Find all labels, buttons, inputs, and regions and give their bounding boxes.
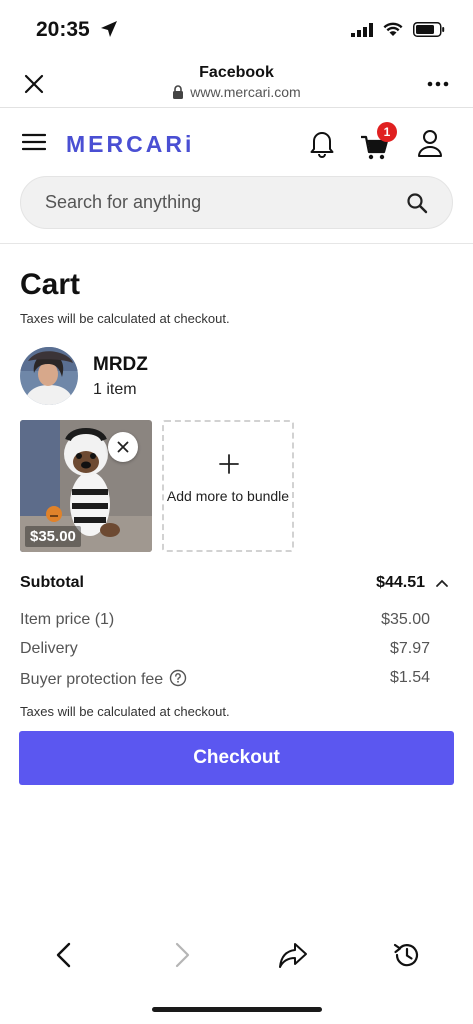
cart-title: Cart xyxy=(20,268,81,301)
lock-icon xyxy=(173,85,184,99)
cart-badge: 1 xyxy=(377,122,397,142)
browser-toolbar xyxy=(0,930,473,982)
wifi-icon xyxy=(383,22,403,36)
status-bar: 20:35 xyxy=(0,0,473,60)
avatar-image xyxy=(20,347,78,405)
status-icons xyxy=(351,22,445,37)
subtotal-row[interactable]: Subtotal $44.51 xyxy=(20,574,453,596)
line-label: Buyer protection fee xyxy=(20,671,164,688)
line-item-price: Item price (1) $35.00 xyxy=(20,611,430,631)
item-price-tag: $35.00 xyxy=(25,526,81,547)
browser-title: Facebook xyxy=(199,64,274,81)
account-icon[interactable] xyxy=(416,128,444,158)
more-icon[interactable] xyxy=(427,80,449,88)
plus-icon xyxy=(219,454,239,474)
seller-avatar[interactable] xyxy=(20,347,78,405)
status-time: 20:35 xyxy=(36,18,90,41)
cart-item-card[interactable]: $35.00 xyxy=(20,420,152,552)
search-input[interactable] xyxy=(45,177,385,228)
remove-item-button[interactable] xyxy=(108,432,138,462)
battery-icon xyxy=(413,22,445,37)
line-label: Delivery xyxy=(20,640,78,657)
checkout-button[interactable]: Checkout xyxy=(19,731,454,785)
add-bundle-label: Add more to bundle xyxy=(166,488,290,504)
cart-button[interactable]: 1 xyxy=(360,122,397,160)
line-label-wrap: Buyer protection fee xyxy=(20,669,187,689)
browser-url-text: www.mercari.com xyxy=(190,84,301,100)
summary-tax-note: Taxes will be calculated at checkout. xyxy=(20,704,230,719)
location-arrow-icon xyxy=(101,21,117,37)
forward-arrow-icon[interactable] xyxy=(166,940,196,970)
help-icon[interactable] xyxy=(169,669,187,687)
back-arrow-icon[interactable] xyxy=(50,940,80,970)
cart-tax-note: Taxes will be calculated at checkout. xyxy=(20,311,230,326)
header-divider xyxy=(0,243,473,244)
browser-header: Facebook www.mercari.com xyxy=(0,60,473,108)
mercari-logo[interactable]: MERCARi xyxy=(66,131,194,158)
browser-url[interactable]: www.mercari.com xyxy=(0,84,473,100)
line-value: $7.97 xyxy=(389,640,430,657)
bell-icon[interactable] xyxy=(308,128,336,158)
line-delivery: Delivery $7.97 xyxy=(20,640,430,660)
history-icon[interactable] xyxy=(392,940,422,970)
chevron-up-icon[interactable] xyxy=(435,578,449,588)
search-bar[interactable] xyxy=(20,176,453,229)
app-header: MERCARi 1 xyxy=(0,108,473,176)
search-icon[interactable] xyxy=(406,192,428,214)
page: 20:35 Facebook www.mercari.com MERCARi 1… xyxy=(0,0,473,1024)
home-indicator[interactable] xyxy=(152,1007,322,1012)
share-icon[interactable] xyxy=(278,940,308,970)
line-buyer-protection-fee: Buyer protection fee $1.54 xyxy=(20,669,430,689)
signal-icon xyxy=(351,22,373,37)
seller-item-count: 1 item xyxy=(93,381,137,398)
line-label: Item price (1) xyxy=(20,611,115,628)
subtotal-label: Subtotal xyxy=(20,574,84,591)
seller-name[interactable]: MRDZ xyxy=(93,354,148,376)
line-value: $35.00 xyxy=(381,611,430,628)
line-value: $1.54 xyxy=(389,669,430,686)
add-more-to-bundle-button[interactable]: Add more to bundle xyxy=(162,420,294,552)
subtotal-value: $44.51 xyxy=(376,574,425,591)
remove-icon xyxy=(117,441,129,453)
hamburger-menu-icon[interactable] xyxy=(22,132,46,152)
